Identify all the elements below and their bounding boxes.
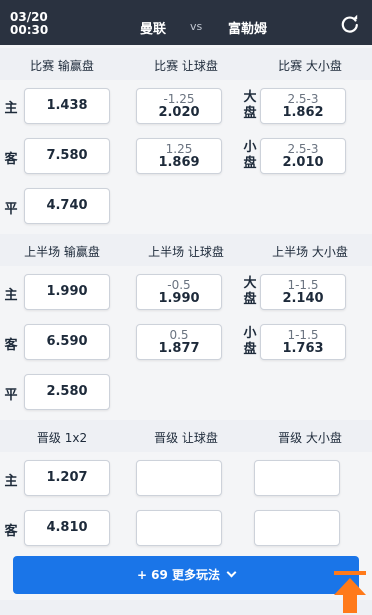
chevron-down-icon	[226, 567, 237, 578]
home-team-name: 曼联	[140, 22, 167, 37]
col-header-moneyline: 上半场 输赢盘	[24, 245, 100, 259]
odds-button-under[interactable]: 1-1.5 1.763	[260, 324, 346, 360]
odds-button-draw[interactable]: 4.740	[24, 188, 110, 224]
totals-odd: 1.763	[282, 341, 324, 356]
odds-button-under[interactable]: 2.5-3 2.010	[260, 138, 346, 174]
section-qualify-header: 晋级 1x2 晋级 让球盘 晋级 大小盘	[0, 420, 372, 452]
odds-button-home-win[interactable]: 1.990	[24, 274, 110, 310]
handicap-odd: 2.020	[158, 105, 200, 120]
vs-label: vs	[190, 20, 203, 33]
match-time: 00:30	[10, 23, 49, 37]
handicap-odd: 1.877	[158, 341, 200, 356]
row-label-draw: 平	[4, 388, 18, 403]
odds-button-away-win[interactable]: 4.810	[24, 510, 110, 546]
col-header-handicap: 比赛 让球盘	[154, 59, 218, 73]
more-markets-label: + 69 更多玩法	[136, 568, 221, 582]
row-label-home: 主	[4, 474, 18, 489]
match-datetime: 03/20 00:30	[10, 11, 48, 37]
handicap-odd: 1.869	[158, 155, 200, 170]
odds-button-home-win[interactable]: 1.438	[24, 88, 110, 124]
refresh-icon[interactable]	[340, 14, 360, 34]
col-header-handicap: 上半场 让球盘	[148, 245, 224, 259]
row-label-under: 小盘	[243, 140, 257, 171]
odds-button-away-win[interactable]: 7.580	[24, 138, 110, 174]
col-header-totals: 比赛 大小盘	[278, 59, 342, 73]
row-label-draw: 平	[4, 202, 18, 217]
odds-button-over[interactable]: 1-1.5 2.140	[260, 274, 346, 310]
row-label-away: 客	[4, 338, 18, 353]
col-header-handicap: 晋级 让球盘	[154, 431, 218, 445]
odds-button-handicap-home[interactable]: -0.5 1.990	[136, 274, 222, 310]
odds-button-away-win[interactable]: 6.590	[24, 324, 110, 360]
section-full-match-header: 比赛 输赢盘 比赛 让球盘 比赛 大小盘	[0, 48, 372, 80]
totals-odd: 2.140	[282, 291, 324, 306]
odds-button-handicap-away[interactable]: 1.25 1.869	[136, 138, 222, 174]
col-header-moneyline: 比赛 输赢盘	[30, 59, 94, 73]
odds-button-empty	[254, 460, 340, 496]
scroll-to-top-icon[interactable]	[333, 571, 367, 613]
col-header-totals: 晋级 大小盘	[278, 431, 342, 445]
row-label-away: 客	[4, 152, 18, 167]
row-label-over: 大盘	[243, 276, 257, 307]
row-label-away: 客	[4, 524, 18, 539]
totals-odd: 2.010	[282, 155, 324, 170]
totals-odd: 1.862	[282, 105, 324, 120]
row-label-over: 大盘	[243, 90, 257, 121]
handicap-odd: 1.990	[158, 291, 200, 306]
odds-button-empty	[136, 510, 222, 546]
odds-button-empty	[136, 460, 222, 496]
col-header-moneyline: 晋级 1x2	[36, 431, 88, 445]
odds-button-handicap-away[interactable]: 0.5 1.877	[136, 324, 222, 360]
bottom-bar	[0, 600, 372, 615]
odds-button-over[interactable]: 2.5-3 1.862	[260, 88, 346, 124]
row-label-home: 主	[4, 288, 18, 303]
col-header-totals: 上半场 大小盘	[272, 245, 348, 259]
odds-button-handicap-home[interactable]: -1.25 2.020	[136, 88, 222, 124]
odds-button-home-win[interactable]: 1.207	[24, 460, 110, 496]
match-header: 03/20 00:30 曼联 vs 富勒姆	[0, 0, 372, 45]
odds-button-draw[interactable]: 2.580	[24, 374, 110, 410]
odds-button-empty	[254, 510, 340, 546]
section-first-half-header: 上半场 输赢盘 上半场 让球盘 上半场 大小盘	[0, 234, 372, 266]
row-label-home: 主	[4, 101, 18, 116]
row-label-under: 小盘	[243, 326, 257, 357]
away-team-name: 富勒姆	[228, 22, 268, 37]
more-markets-button[interactable]: + 69 更多玩法	[13, 556, 359, 594]
